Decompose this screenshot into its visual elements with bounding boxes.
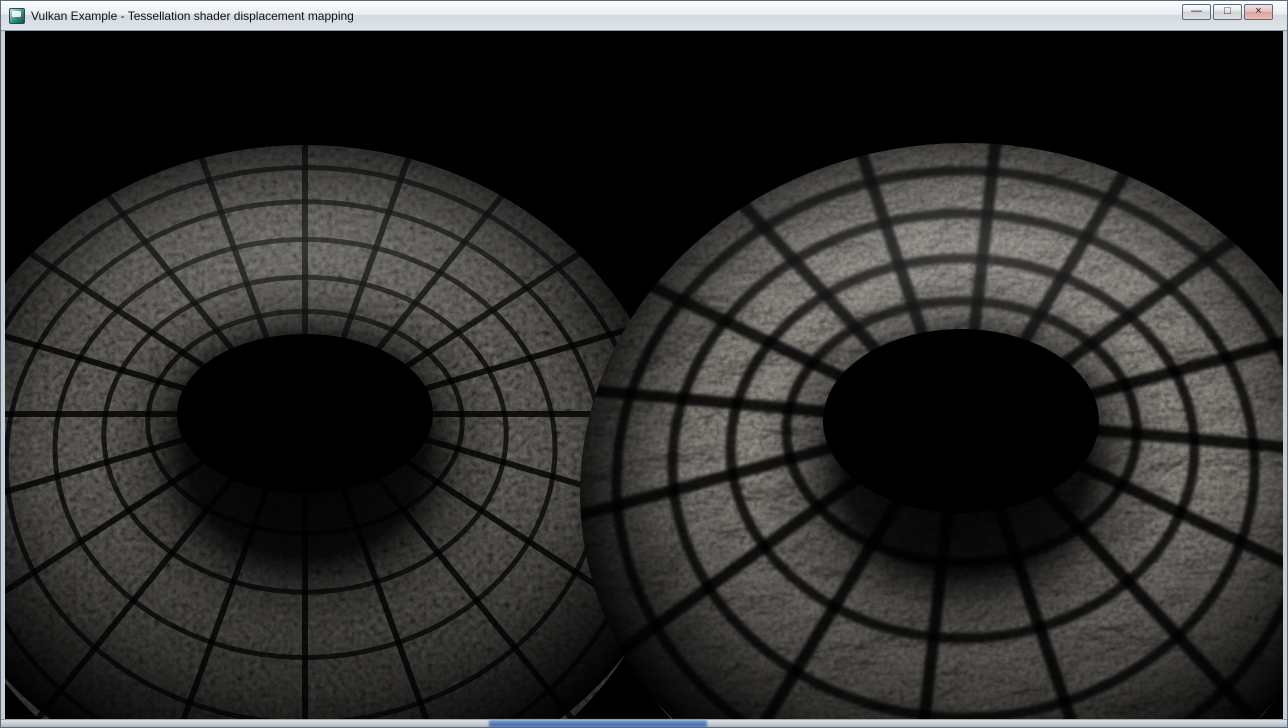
vulkan-render (5, 31, 1285, 719)
render-viewport[interactable] (1, 31, 1287, 719)
close-button[interactable]: × (1244, 4, 1273, 20)
window-frame-bottom[interactable] (1, 719, 1287, 727)
maximize-icon: □ (1224, 6, 1231, 17)
maximize-button[interactable]: □ (1213, 4, 1242, 20)
frame-glass-reflection (489, 720, 707, 727)
titlebar[interactable]: Vulkan Example - Tessellation shader dis… (1, 1, 1287, 31)
app-icon[interactable] (9, 8, 25, 24)
window-title: Vulkan Example - Tessellation shader dis… (31, 8, 1279, 23)
app-window: Vulkan Example - Tessellation shader dis… (0, 0, 1288, 728)
window-controls: — □ × (1182, 4, 1273, 20)
minimize-icon: — (1191, 6, 1202, 17)
close-icon: × (1255, 6, 1261, 17)
minimize-button[interactable]: — (1182, 4, 1211, 20)
